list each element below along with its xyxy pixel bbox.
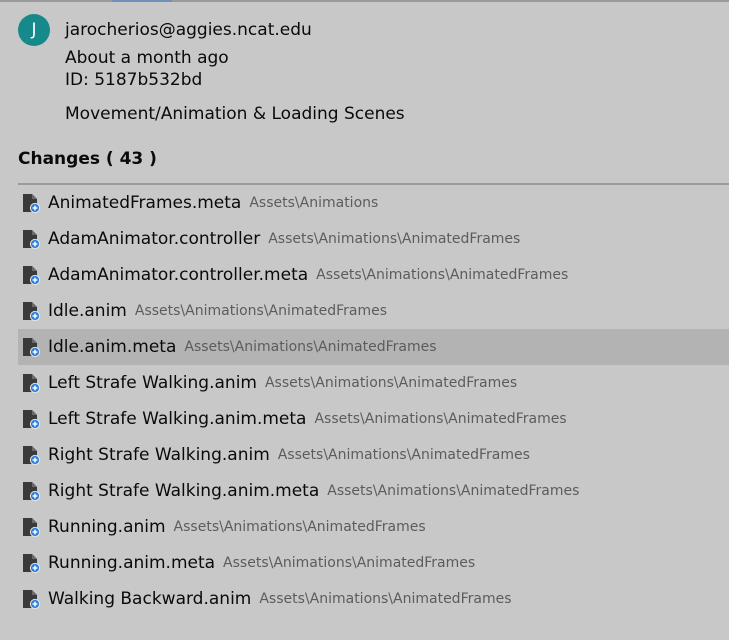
added-file-icon: [22, 265, 41, 286]
commit-message: Movement/Animation & Loading Scenes: [65, 104, 405, 124]
file-path: Assets\Animations: [249, 195, 379, 211]
avatar-initial: J: [31, 20, 37, 40]
active-tab-indicator: [112, 0, 172, 2]
change-row[interactable]: Running.anim.meta Assets\Animations\Anim…: [18, 545, 729, 581]
change-row[interactable]: Walking Backward.anim Assets\Animations\…: [18, 581, 729, 617]
file-name: AdamAnimator.controller.meta: [48, 265, 309, 285]
commit-id: ID: 5187b532bd: [65, 70, 203, 90]
top-divider: [0, 0, 729, 2]
added-file-icon: [22, 481, 41, 502]
change-row-selected[interactable]: Idle.anim.meta Assets\Animations\Animate…: [18, 329, 729, 365]
file-path: Assets\Animations\AnimatedFrames: [223, 555, 476, 571]
commit-date: About a month ago: [65, 48, 229, 68]
file-path: Assets\Animations\AnimatedFrames: [268, 231, 521, 247]
added-file-icon: [22, 409, 41, 430]
avatar: J: [18, 14, 50, 46]
file-path: Assets\Animations\AnimatedFrames: [264, 375, 518, 391]
added-file-icon: [22, 193, 41, 214]
added-file-icon: [22, 517, 41, 538]
file-name: Idle.anim.meta: [48, 337, 177, 357]
file-path: Assets\Animations\AnimatedFrames: [327, 483, 580, 499]
file-name: AdamAnimator.controller: [48, 229, 261, 249]
change-row[interactable]: Right Strafe Walking.anim Assets\Animati…: [18, 437, 729, 473]
change-row[interactable]: AdamAnimator.controller.meta Assets\Anim…: [18, 257, 729, 293]
file-name: Running.anim: [48, 517, 166, 537]
file-path: Assets\Animations\AnimatedFrames: [277, 447, 530, 463]
changes-list[interactable]: AnimatedFrames.meta Assets\Animations Ad…: [18, 185, 729, 617]
file-name: AnimatedFrames.meta: [48, 193, 242, 213]
change-row[interactable]: Right Strafe Walking.anim.meta Assets\An…: [18, 473, 729, 509]
added-file-icon: [22, 229, 41, 250]
change-row[interactable]: AdamAnimator.controller Assets\Animation…: [18, 221, 729, 257]
added-file-icon: [22, 301, 41, 322]
changes-header: Changes ( 43 ): [18, 149, 157, 169]
file-path: Assets\Animations\AnimatedFrames: [134, 303, 387, 319]
change-row[interactable]: Left Strafe Walking.anim Assets\Animatio…: [18, 365, 729, 401]
added-file-icon: [22, 589, 41, 610]
file-name: Left Strafe Walking.anim: [48, 373, 257, 393]
file-path: Assets\Animations\AnimatedFrames: [316, 267, 569, 283]
file-path: Assets\Animations\AnimatedFrames: [184, 339, 437, 355]
file-path: Assets\Animations\AnimatedFrames: [173, 519, 426, 535]
file-path: Assets\Animations\AnimatedFrames: [259, 591, 512, 607]
added-file-icon: [22, 553, 41, 574]
added-file-icon: [22, 445, 41, 466]
change-row[interactable]: Idle.anim Assets\Animations\AnimatedFram…: [18, 293, 729, 329]
file-path: Assets\Animations\AnimatedFrames: [314, 411, 567, 427]
commit-author: jarocherios@aggies.ncat.edu: [65, 20, 312, 40]
change-row[interactable]: AnimatedFrames.meta Assets\Animations: [18, 185, 729, 221]
file-name: Idle.anim: [48, 301, 127, 321]
file-name: Left Strafe Walking.anim.meta: [48, 409, 307, 429]
change-row[interactable]: Running.anim Assets\Animations\AnimatedF…: [18, 509, 729, 545]
file-name: Walking Backward.anim: [48, 589, 252, 609]
file-name: Running.anim.meta: [48, 553, 216, 573]
file-name: Right Strafe Walking.anim: [48, 445, 270, 465]
added-file-icon: [22, 337, 41, 358]
change-row[interactable]: Left Strafe Walking.anim.meta Assets\Ani…: [18, 401, 729, 437]
file-name: Right Strafe Walking.anim.meta: [48, 481, 320, 501]
added-file-icon: [22, 373, 41, 394]
